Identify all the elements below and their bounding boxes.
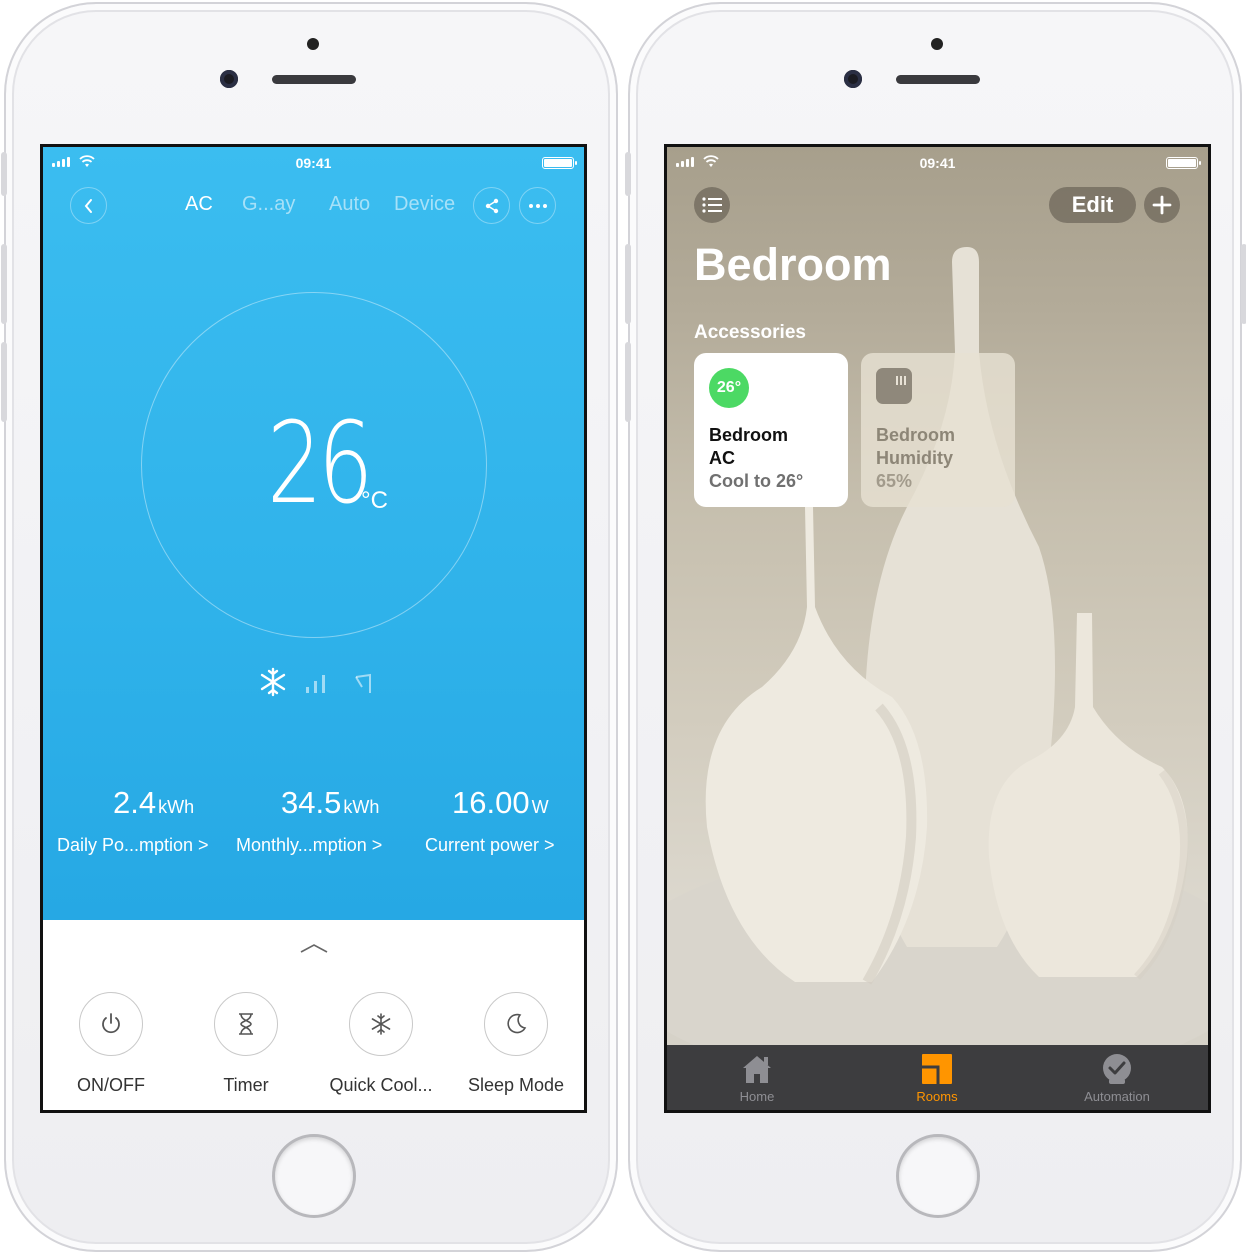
mode-indicators: [260, 667, 371, 697]
tab-home[interactable]: Home: [697, 1053, 817, 1104]
power-button[interactable]: [79, 992, 143, 1056]
daily-consumption-link[interactable]: Daily Po...mption >: [57, 835, 209, 856]
monthly-consumption-value: 34.5 kWh: [281, 785, 380, 820]
tab-rooms[interactable]: Rooms: [877, 1053, 997, 1104]
temperature-value: 26: [267, 399, 373, 529]
status-time: 09:41: [919, 155, 956, 171]
snowflake-icon: [371, 1013, 391, 1035]
mute-switch: [1, 152, 7, 196]
chevron-left-icon: [84, 198, 92, 213]
tab-ac[interactable]: AC: [185, 193, 213, 216]
sleep-wake-button: [1241, 244, 1246, 324]
temperature-unit: °C: [361, 487, 388, 514]
timer-button[interactable]: [214, 992, 278, 1056]
hardware-home-button[interactable]: [272, 1134, 356, 1218]
control-panel: ON/OFF Timer Quick Cool... Sleep Mode: [43, 920, 584, 1110]
power-label: ON/OFF: [77, 1075, 145, 1095]
humidity-sensor-icon: [876, 368, 912, 404]
screen-ac-app: 09:41 AC G...ay Auto Device 26 °C 2.4 kW…: [40, 144, 587, 1113]
phone-frame-right: 09:41 Edit Bedroom Accessories 26° Bedro…: [625, 2, 1246, 1252]
proximity-sensor: [307, 38, 319, 50]
fan-speed-icon: [306, 675, 325, 693]
mute-switch: [625, 152, 631, 196]
home-list-button[interactable]: [694, 187, 730, 223]
phone-frame-left: 09:41 AC G...ay Auto Device 26 °C 2.4 kW…: [1, 2, 618, 1252]
rooms-icon: [922, 1054, 952, 1084]
status-time: 09:41: [295, 155, 332, 171]
ac-header-panel: 09:41 AC G...ay Auto Device 26 °C 2.4 kW…: [43, 147, 584, 920]
earpiece-speaker: [896, 75, 980, 84]
room-title: Bedroom: [694, 239, 892, 290]
edit-button[interactable]: Edit: [1049, 187, 1136, 223]
plus-icon: [1152, 195, 1172, 215]
add-button[interactable]: [1144, 187, 1180, 223]
quick-cool-label: Quick Cool...: [329, 1075, 433, 1095]
automation-icon: [1103, 1054, 1131, 1084]
quick-cool-button[interactable]: [349, 992, 413, 1056]
accessories-heading: Accessories: [694, 322, 806, 343]
battery-icon: [542, 157, 577, 169]
chevron-up-icon[interactable]: [299, 942, 329, 954]
battery-icon: [1166, 157, 1201, 169]
screen-home-app: 09:41 Edit Bedroom Accessories 26° Bedro…: [664, 144, 1211, 1113]
accessory-name: Bedroom Humidity: [876, 425, 956, 468]
monthly-consumption-link[interactable]: Monthly...mption >: [236, 835, 382, 856]
volume-down-button: [1, 342, 7, 422]
back-button[interactable]: [70, 187, 107, 224]
proximity-sensor: [931, 38, 943, 50]
more-button[interactable]: [519, 187, 556, 224]
accessory-status: 65%: [876, 471, 913, 491]
volume-up-button: [625, 244, 631, 324]
status-bar: 09:41: [43, 147, 584, 175]
accessory-status: Cool to 26°: [709, 471, 804, 491]
front-camera: [220, 70, 238, 88]
accessory-tile-bedroom-humidity[interactable]: Bedroom Humidity 65%: [861, 353, 1015, 507]
power-icon: [102, 1013, 120, 1034]
sleep-mode-button[interactable]: [484, 992, 548, 1056]
tab-auto[interactable]: Auto: [329, 193, 370, 216]
sleep-mode-label: Sleep Mode: [467, 1075, 565, 1095]
status-bar: 09:41: [667, 147, 1208, 175]
tab-automation[interactable]: Automation: [1057, 1053, 1177, 1104]
accessory-tile-bedroom-ac[interactable]: 26° Bedroom AC Cool to 26°: [694, 353, 848, 507]
earpiece-speaker: [272, 75, 356, 84]
share-button[interactable]: [473, 187, 510, 224]
house-icon: [743, 1056, 771, 1083]
more-icon: [528, 203, 547, 208]
current-power-value: 16.00 W: [452, 785, 549, 820]
share-icon: [485, 198, 498, 213]
snowflake-icon: [260, 667, 286, 697]
volume-down-button: [625, 342, 631, 422]
hourglass-icon: [239, 1013, 253, 1035]
volume-up-button: [1, 244, 7, 324]
moon-icon: [507, 1013, 527, 1034]
swing-icon: [355, 673, 371, 693]
timer-label: Timer: [223, 1075, 269, 1095]
daily-consumption-value: 2.4 kWh: [113, 785, 195, 820]
thermostat-badge: 26°: [709, 368, 749, 408]
tab-bar: Home Rooms Automation: [667, 1045, 1208, 1110]
tab-gateway[interactable]: G...ay: [242, 193, 295, 216]
list-icon: [702, 197, 722, 213]
accessory-name: Bedroom AC: [709, 425, 789, 468]
current-power-link[interactable]: Current power >: [425, 835, 555, 856]
hardware-home-button[interactable]: [896, 1134, 980, 1218]
room-wallpaper: 09:41 Edit Bedroom Accessories 26° Bedro…: [667, 147, 1208, 1045]
tab-device[interactable]: Device: [394, 193, 455, 216]
front-camera: [844, 70, 862, 88]
